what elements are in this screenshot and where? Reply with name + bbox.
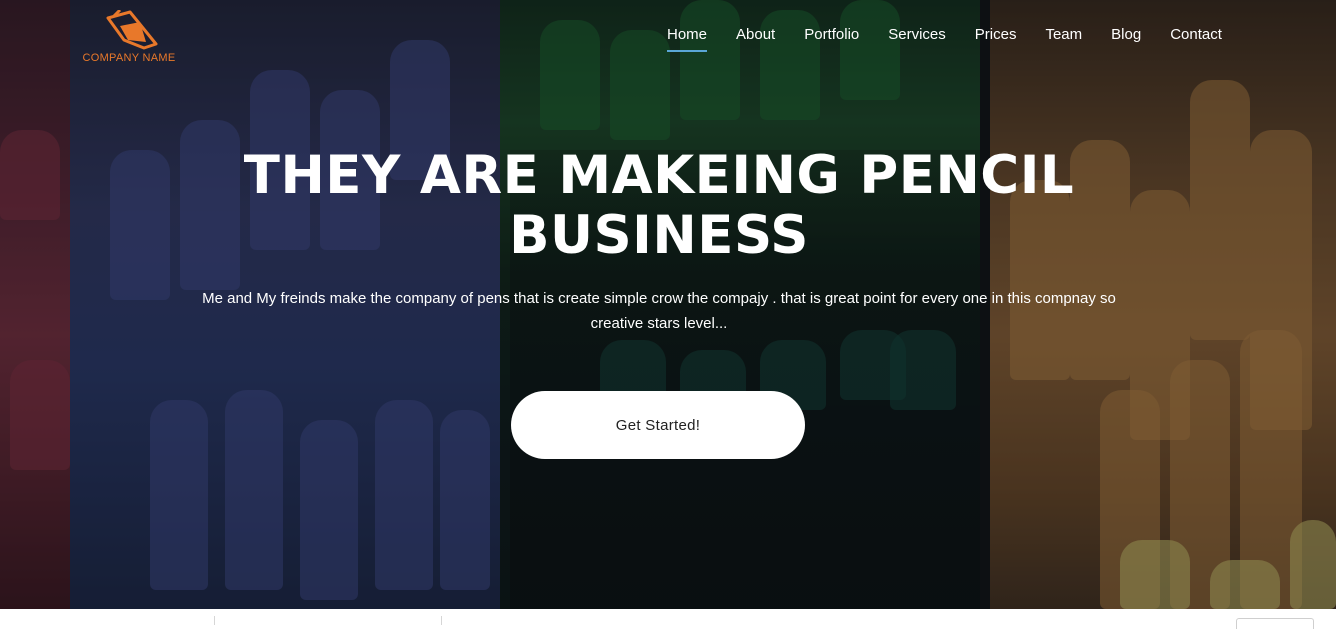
hero-section: COMPANY NAME Home About Portfolio Servic…: [0, 0, 1336, 609]
hero-headline-line2: BUSINESS: [509, 205, 809, 266]
divider: [441, 616, 442, 625]
nav-about[interactable]: About: [736, 24, 775, 50]
divider: [214, 616, 215, 625]
nav-services[interactable]: Services: [888, 24, 946, 50]
company-name: COMPANY NAME: [82, 52, 176, 64]
next-section-top: [0, 609, 1336, 625]
hero-headline-line1: THEY ARE MAKEING PENCIL: [243, 145, 1075, 206]
get-started-button[interactable]: Get Started!: [511, 391, 805, 459]
nav-home[interactable]: Home: [667, 24, 708, 52]
nav-contact[interactable]: Contact: [1170, 24, 1222, 50]
company-logo[interactable]: COMPANY NAME: [72, 10, 186, 64]
hero-headline: THEY ARE MAKEING PENCIL BUSINESS: [160, 146, 1158, 266]
nav-prices[interactable]: Prices: [975, 24, 1017, 50]
main-navigation: Home About Portfolio Services Prices Tea…: [652, 24, 1236, 52]
nav-team[interactable]: Team: [1045, 24, 1082, 50]
floating-widget[interactable]: [1236, 618, 1314, 629]
nav-blog[interactable]: Blog: [1111, 24, 1141, 50]
nav-portfolio[interactable]: Portfolio: [804, 24, 859, 50]
hero-subtext: Me and My freinds make the company of pe…: [202, 290, 1116, 332]
pencil-logo-icon: [106, 10, 158, 50]
